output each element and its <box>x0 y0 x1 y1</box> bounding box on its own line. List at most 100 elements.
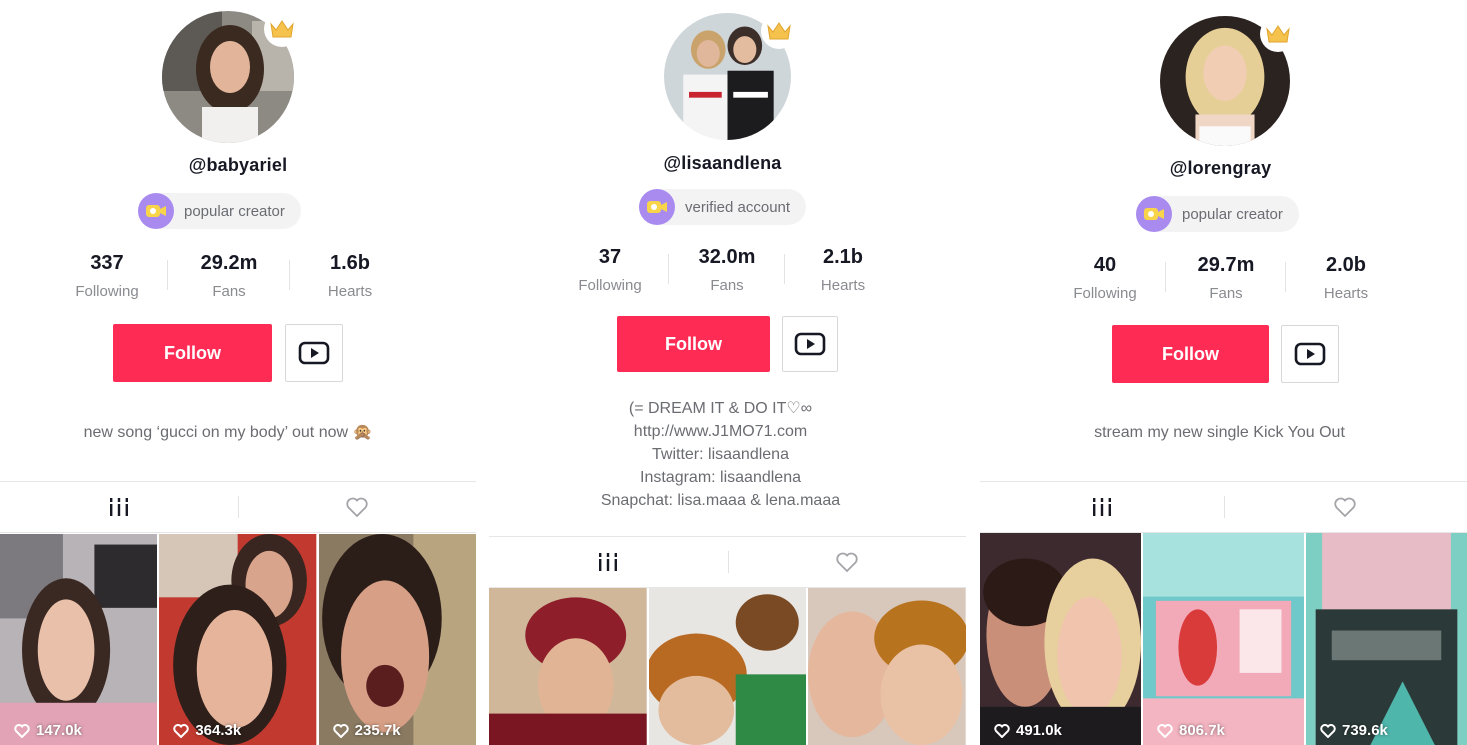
video-thumbnail[interactable]: 806.7k <box>1143 533 1304 745</box>
video-grid: 147.0k 364.3k 235.7k <box>0 534 476 745</box>
youtube-button[interactable] <box>782 316 838 372</box>
youtube-button[interactable] <box>1281 325 1339 383</box>
video-likes: 235.7k <box>332 722 401 739</box>
video-camera-icon <box>138 193 174 229</box>
tab-liked[interactable] <box>238 482 476 532</box>
video-likes: 364.3k <box>173 722 241 739</box>
video-thumbnail[interactable]: 739.6k <box>1306 533 1467 745</box>
tab-videos[interactable] <box>489 537 728 587</box>
video-thumbnail[interactable]: 364.3k <box>159 534 317 745</box>
stat-value: 1.6b <box>329 252 371 274</box>
video-grid <box>489 588 966 745</box>
video-thumbnail[interactable]: 491.0k <box>980 533 1141 745</box>
account-badge: popular creator <box>138 193 301 229</box>
video-thumbnail-image <box>159 534 317 745</box>
video-thumbnail[interactable] <box>808 588 966 745</box>
video-thumbnail-image <box>0 534 158 745</box>
stat-value: 40 <box>1093 254 1117 276</box>
heart-outline-icon <box>346 497 368 518</box>
video-thumbnail[interactable] <box>489 588 647 745</box>
video-thumbnail-image <box>648 588 807 745</box>
stat-label: Fans <box>710 277 744 294</box>
crown-icon <box>761 13 797 49</box>
bio-link[interactable]: http://www.J1MO71.com <box>489 420 966 443</box>
grid-bars-icon <box>108 498 130 516</box>
stat-following[interactable]: 337 Following <box>46 252 168 300</box>
bio-line: Twitter: lisaandlena <box>652 446 789 463</box>
stat-value: 37 <box>598 246 622 268</box>
bio-line: (= DREAM IT & DO IT♡∞ <box>628 400 813 417</box>
tab-liked[interactable] <box>728 537 967 587</box>
video-thumbnail-image <box>1143 533 1304 745</box>
stat-label: Following <box>578 277 642 294</box>
video-thumbnail[interactable]: 147.0k <box>0 534 158 745</box>
stat-value: 29.7m <box>1197 254 1255 276</box>
stat-fans[interactable]: 32.0m Fans <box>669 246 785 294</box>
video-likes: 739.6k <box>1320 722 1388 739</box>
tab-videos[interactable] <box>0 482 238 532</box>
profile-panel-lorengray: @lorengray popular creator 40 Following … <box>980 0 1467 745</box>
video-thumbnail-image <box>980 533 1141 745</box>
heart-icon <box>14 723 30 738</box>
follow-button[interactable]: Follow <box>1112 325 1269 383</box>
heart-outline-icon <box>1334 497 1356 518</box>
video-thumbnail-image <box>808 588 966 745</box>
account-badge: popular creator <box>1136 196 1299 232</box>
profile-tabs <box>980 481 1467 533</box>
stat-value: 2.0b <box>1325 254 1367 276</box>
tab-liked[interactable] <box>1224 482 1467 532</box>
profile-stats: 37 Following 32.0m Fans 2.1b Hearts <box>551 246 901 294</box>
video-camera-icon <box>639 189 675 225</box>
stat-label: Following <box>1073 285 1137 302</box>
profile-stats: 40 Following 29.7m Fans 2.0b Hearts <box>1044 254 1406 302</box>
stat-hearts: 1.6b Hearts <box>290 252 410 300</box>
heart-icon <box>332 723 349 738</box>
stat-label: Hearts <box>820 277 866 294</box>
likes-count: 491.0k <box>1016 722 1062 739</box>
youtube-button[interactable] <box>285 324 343 382</box>
video-thumbnail-image <box>318 534 476 745</box>
stat-hearts: 2.0b Hearts <box>1286 254 1406 302</box>
heart-icon <box>1157 723 1173 738</box>
profile-panel-babyariel: @babyariel popular creator 337 Following… <box>0 0 476 745</box>
stat-value: 29.2m <box>200 252 258 274</box>
follow-button[interactable]: Follow <box>113 324 272 382</box>
likes-count: 235.7k <box>354 722 401 739</box>
stat-label: Fans <box>1209 285 1243 302</box>
video-thumbnail[interactable] <box>648 588 807 745</box>
stat-fans[interactable]: 29.2m Fans <box>168 252 290 300</box>
profile-bio: stream my new single Kick You Out <box>980 421 1467 444</box>
video-likes: 491.0k <box>994 722 1062 739</box>
youtube-play-icon <box>1294 342 1326 366</box>
stat-value: 337 <box>90 252 124 274</box>
video-grid: 491.0k 806.7k 739.6k <box>980 533 1467 745</box>
stat-following[interactable]: 37 Following <box>551 246 669 294</box>
profile-stats: 337 Following 29.2m Fans 1.6b Hearts <box>46 252 410 300</box>
tab-videos[interactable] <box>980 482 1224 532</box>
follow-button[interactable]: Follow <box>617 316 770 372</box>
video-thumbnail-image <box>1306 533 1467 745</box>
stat-following[interactable]: 40 Following <box>1044 254 1166 302</box>
username: @lorengray <box>1169 158 1272 178</box>
bio-line: stream my new single Kick You Out <box>1094 424 1345 441</box>
youtube-play-icon <box>794 332 826 356</box>
avatar[interactable] <box>162 11 300 143</box>
profile-bio: new song ‘gucci on my body’ out now 🙊 <box>0 421 476 444</box>
avatar[interactable] <box>1160 16 1296 146</box>
video-thumbnail[interactable]: 235.7k <box>318 534 476 745</box>
stat-label: Hearts <box>1323 285 1369 302</box>
video-camera-icon <box>1136 196 1172 232</box>
stat-fans[interactable]: 29.7m Fans <box>1166 254 1286 302</box>
badge-label: verified account <box>685 198 791 216</box>
bio-line: new song ‘gucci on my body’ out now 🙊 <box>83 424 373 441</box>
stat-value: 2.1b <box>822 246 864 268</box>
stat-label: Following <box>75 283 139 300</box>
crown-icon <box>1260 16 1296 52</box>
heart-icon <box>173 723 190 738</box>
avatar[interactable] <box>664 13 797 140</box>
profile-tabs <box>0 481 476 533</box>
profile-bio: (= DREAM IT & DO IT♡∞ http://www.J1MO71.… <box>489 397 966 512</box>
stat-label: Fans <box>212 283 246 300</box>
badge-label: popular creator <box>1182 205 1283 223</box>
stat-value: 32.0m <box>698 246 756 268</box>
